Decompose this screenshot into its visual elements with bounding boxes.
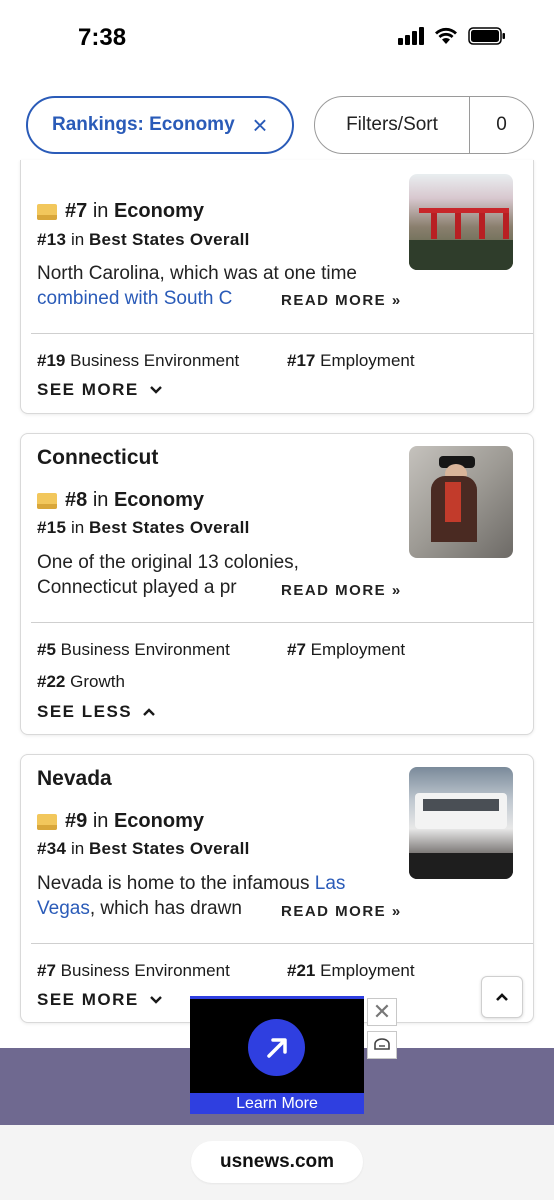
sub-rank-growth: #22 Growth — [37, 672, 125, 691]
battery-icon — [468, 27, 506, 45]
rankings-filter-label: Rankings: Economy — [52, 114, 235, 135]
filters-sort-button[interactable]: Filters/Sort 0 — [314, 96, 534, 154]
state-card: #7 in Economy #13 in Best States Overall… — [20, 160, 534, 414]
economy-rank: #7 in Economy — [37, 200, 204, 223]
sub-rank-employment: #17 Employment — [287, 351, 415, 370]
ad-learn-more-button[interactable]: Learn More — [190, 1093, 364, 1114]
overall-rank: #13 in Best States Overall — [37, 230, 250, 249]
close-icon[interactable]: × — [248, 112, 272, 138]
state-card: Nevada #9 in Economy #34 in Best States … — [20, 754, 534, 1023]
chevron-up-icon — [496, 993, 508, 1001]
status-icons — [398, 27, 506, 45]
read-more-link[interactable]: READ MORE » — [275, 903, 402, 920]
cellular-signal-icon — [398, 27, 424, 45]
read-more-link[interactable]: READ MORE » — [275, 582, 402, 599]
filter-row: Rankings: Economy × Filters/Sort 0 — [0, 96, 554, 154]
status-time: 7:38 — [78, 24, 127, 51]
wifi-icon — [434, 27, 458, 45]
scroll-to-top-button[interactable] — [481, 976, 523, 1018]
description-link[interactable]: Vegas — [37, 898, 90, 919]
sub-rank-employment: #21 Employment — [287, 961, 415, 980]
sub-rank-business-environment: #19 Business Environment — [37, 351, 240, 370]
rankings-filter-chip[interactable]: Rankings: Economy × — [26, 96, 294, 154]
description-link[interactable]: combined with South C — [37, 288, 232, 309]
sub-rank-employment: #7 Employment — [287, 640, 406, 659]
economy-rank: #9 in Economy — [37, 810, 204, 833]
chevron-down-icon — [149, 996, 162, 1004]
url-bar[interactable]: usnews.com — [191, 1141, 363, 1183]
divider — [31, 333, 533, 334]
see-less-button[interactable]: SEE LESS — [37, 702, 156, 722]
rank-flag-icon — [37, 813, 57, 830]
sub-rank-business-environment: #7 Business Environment — [37, 961, 230, 980]
overall-rank: #34 in Best States Overall — [37, 839, 250, 858]
description-link[interactable]: Las — [315, 873, 346, 894]
divider — [31, 622, 533, 623]
see-more-button[interactable]: SEE MORE — [37, 380, 163, 400]
read-more-link[interactable]: READ MORE » — [275, 292, 402, 309]
arrow-up-right-icon — [248, 1019, 305, 1076]
state-photo[interactable] — [409, 174, 513, 270]
ad-close-button[interactable]: ✕ — [367, 998, 397, 1026]
economy-rank: #8 in Economy — [37, 489, 204, 512]
filters-sort-label: Filters/Sort — [315, 97, 470, 153]
ad-unit[interactable]: Learn More — [190, 996, 364, 1114]
ad-choices-icon[interactable] — [367, 1031, 397, 1059]
state-photo[interactable] — [409, 446, 513, 558]
rank-flag-icon — [37, 492, 57, 509]
status-bar: 7:38 — [0, 0, 554, 72]
chevron-down-icon — [149, 386, 162, 394]
state-name[interactable]: Connecticut — [37, 446, 158, 470]
state-card: Connecticut #8 in Economy #15 in Best St… — [20, 433, 534, 735]
divider — [31, 943, 533, 944]
chevron-up-icon — [143, 708, 155, 716]
browser-bottom-bar: usnews.com — [0, 1125, 554, 1200]
sub-rank-business-environment: #5 Business Environment — [37, 640, 230, 659]
rank-flag-icon — [37, 203, 57, 220]
filter-count-badge: 0 — [496, 114, 507, 135]
state-name[interactable]: Nevada — [37, 767, 112, 791]
state-photo[interactable] — [409, 767, 513, 879]
see-more-button[interactable]: SEE MORE — [37, 990, 163, 1010]
overall-rank: #15 in Best States Overall — [37, 518, 250, 537]
